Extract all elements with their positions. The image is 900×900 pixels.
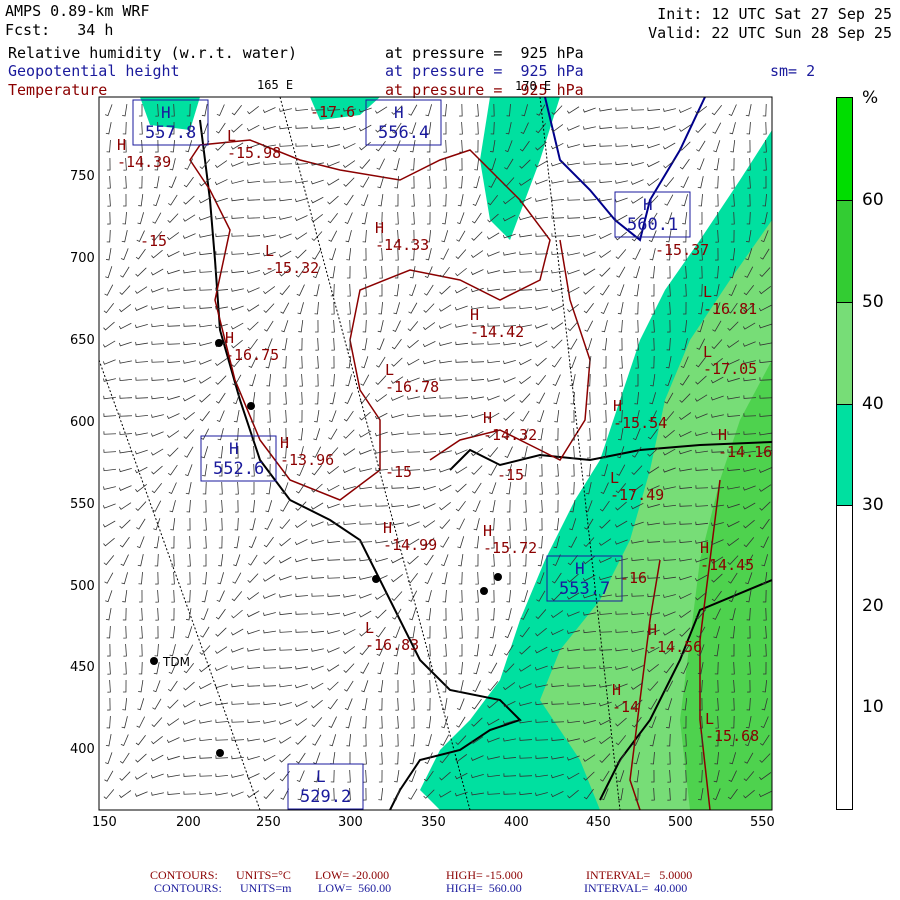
temp-low-marker: L (703, 343, 712, 361)
temperature-label: -14.39 (117, 153, 171, 171)
station-markers (150, 339, 502, 757)
temperature-label: -14.32 (483, 426, 537, 444)
x-tick-label: 350 (421, 815, 446, 830)
height-high-marker: H (643, 195, 653, 214)
x-tick-label: 550 (750, 815, 775, 830)
temperature-label: -16.75 (225, 346, 279, 364)
y-tick-label: 650 (70, 333, 95, 348)
temperature-label: -15.32 (265, 259, 319, 277)
temperature-label: -15.98 (227, 144, 281, 162)
colorbar-label: 40 (862, 394, 884, 414)
colorbar-30-40 (836, 404, 853, 506)
x-tick-label: 500 (668, 815, 693, 830)
temp-low-marker: L (703, 283, 712, 301)
x-tick-label: 400 (504, 815, 529, 830)
colorbar-below-30 (836, 505, 853, 810)
temp-high-marker: H (280, 434, 289, 452)
temp-high-marker: H (612, 681, 621, 699)
temperature-label: -15.37 (655, 241, 709, 259)
temp-high-marker: H (483, 522, 492, 540)
colorbar-unit: % (862, 88, 879, 108)
height-high-marker: H (575, 559, 585, 578)
temperature-label: -13.96 (280, 451, 334, 469)
temp-low-marker: L (265, 242, 274, 260)
height-high-marker: H (394, 103, 404, 122)
temperature-label: -17.05 (703, 360, 757, 378)
temp-low-marker: L (705, 710, 714, 728)
temperature-label: -15.72 (483, 539, 537, 557)
temperature-label: -15 (140, 232, 167, 250)
height-label: 529.2 (300, 787, 351, 807)
temp-high-marker: H (613, 397, 622, 415)
colorbar-40-50 (836, 302, 853, 405)
x-tick-label: 300 (338, 815, 363, 830)
colorbar-label: 20 (862, 596, 884, 616)
colorbar-50-60 (836, 200, 853, 303)
y-tick-label: 750 (70, 169, 95, 184)
y-tick-label: 400 (70, 742, 95, 757)
colorbar-60-70 (836, 97, 853, 201)
height-low-marker: L (316, 767, 326, 786)
colorbar-label: 60 (862, 190, 884, 210)
temperature-label: -14.42 (470, 323, 524, 341)
temperature-label: -16.78 (385, 378, 439, 396)
station-label-tdm: TDM (162, 655, 190, 669)
temp-high-marker: H (648, 621, 657, 639)
temperature-label: -14.45 (700, 556, 754, 574)
temperature-label: -15.68 (705, 727, 759, 745)
temperature-label: -16.81 (703, 300, 757, 318)
y-tick-label: 450 (70, 660, 95, 675)
x-tick-label: 450 (586, 815, 611, 830)
temp-high-marker: H (483, 409, 492, 427)
map-plot: H-14.39L-15.98-15L-15.32H-14.33H-14.42L-… (98, 96, 773, 811)
temp-low-marker: L (385, 361, 394, 379)
temperature-label: -14 (612, 698, 639, 716)
temperature-label: -15 (385, 463, 412, 481)
height-high-marker: H (161, 103, 171, 122)
x-tick-label: 200 (176, 815, 201, 830)
height-label: 556.4 (378, 123, 429, 143)
temp-high-marker: H (718, 426, 727, 444)
temperature-label: -17.6 (310, 103, 355, 121)
temp-high-marker: H (225, 329, 234, 347)
y-tick-label: 550 (70, 497, 95, 512)
x-tick-label: 250 (256, 815, 281, 830)
temperature-label: -15.54 (613, 414, 667, 432)
height-label: 557.8 (145, 123, 196, 143)
y-tick-label: 500 (70, 579, 95, 594)
footer-height-high: HIGH= 560.00 (446, 881, 522, 895)
temperature-label: -15 (497, 466, 524, 484)
temp-low-marker: L (610, 469, 619, 487)
temp-high-marker: H (117, 136, 126, 154)
colorbar-label: 10 (862, 697, 884, 717)
temperature-label: -14.99 (383, 536, 437, 554)
colorbar-label: 50 (862, 292, 884, 312)
temp-high-marker: H (375, 219, 384, 237)
temp-low-marker: L (227, 127, 236, 145)
colorbar-label: 30 (862, 495, 884, 515)
height-label: 553.7 (559, 579, 610, 599)
footer-height-low: LOW= 560.00 (318, 881, 392, 895)
rh-shading (99, 97, 772, 810)
temperature-label: -16 (620, 569, 647, 587)
temp-high-marker: H (470, 306, 479, 324)
temperature-label: -14.56 (648, 638, 702, 656)
footer-height-contours: CONTOURS: (154, 881, 222, 895)
temperature-label: -14.16 (718, 443, 772, 461)
height-label: 560.1 (627, 215, 678, 235)
temperature-label: -14.33 (375, 236, 429, 254)
x-tick-label: 150 (92, 815, 117, 830)
height-high-marker: H (229, 439, 239, 458)
temperature-label: -16.83 (365, 636, 419, 654)
temp-low-marker: L (365, 619, 374, 637)
height-label: 552.6 (213, 459, 264, 479)
y-tick-label: 700 (70, 251, 95, 266)
footer-height-interval: INTERVAL= 40.000 (584, 881, 688, 895)
y-tick-label: 600 (70, 415, 95, 430)
temperature-label: -17.49 (610, 486, 664, 504)
temp-high-marker: H (383, 519, 392, 537)
footer-height-units: UNITS=m (240, 881, 292, 895)
temp-high-marker: H (700, 539, 709, 557)
